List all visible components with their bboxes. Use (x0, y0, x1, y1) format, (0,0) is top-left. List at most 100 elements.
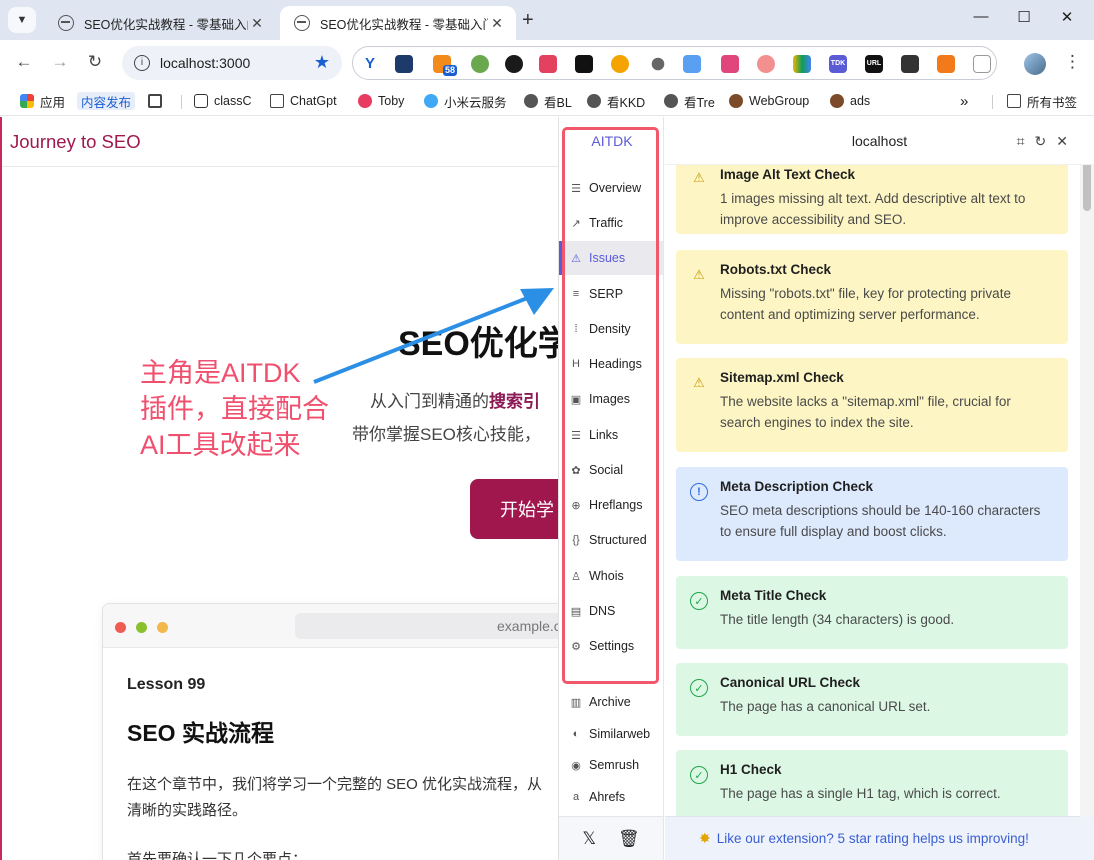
nav-dns[interactable]: ▤ DNS (559, 594, 663, 628)
issue-card[interactable]: ⚠ Image Alt Text Check 1 images missing … (676, 165, 1068, 234)
aitdk-panel: localhost ⌗ ↻ ✕ ⚠ Image Alt Text Check 1… (665, 117, 1094, 860)
ext-rss-icon[interactable] (433, 55, 457, 76)
x-twitter-icon[interactable]: 𝕏 (582, 829, 596, 849)
issue-title: Meta Description Check (720, 479, 874, 494)
nav-density[interactable]: ⁞ Density (559, 312, 663, 346)
issue-card[interactable]: ⚠ Robots.txt Check Missing "robots.txt" … (676, 250, 1068, 344)
nav-semrush[interactable]: ◉ Semrush (559, 748, 663, 782)
ext-url-icon[interactable]: URL (865, 55, 883, 73)
rating-banner[interactable]: ✸ Like our extension? 5 star rating help… (665, 816, 1094, 860)
ext-icon[interactable] (901, 55, 919, 73)
ext-icon[interactable] (395, 55, 413, 73)
bookmark-webgroup[interactable]: WebGroup (729, 92, 809, 110)
back-button[interactable]: ← (12, 52, 36, 74)
tab-search-button[interactable]: ▼ (8, 7, 36, 33)
globe-icon: ⊕ (571, 499, 581, 512)
lesson-paragraph: 在这个章节中，我们将学习一个完整的 SEO 优化实战流程，从 清晰的实践路径。 (127, 772, 560, 824)
close-icon[interactable]: ✕ (248, 15, 266, 32)
ext-icon[interactable] (757, 55, 775, 73)
issue-card[interactable]: ⚠ Sitemap.xml Check The website lacks a … (676, 358, 1068, 452)
reload-button[interactable]: ↻ (83, 52, 107, 74)
crop-icon[interactable]: ⌗ (1017, 133, 1025, 150)
nav-similarweb[interactable]: ◐ Similarweb (559, 717, 663, 751)
aitdk-brand: AITDK (591, 133, 633, 149)
start-learning-button[interactable]: 开始学 (470, 479, 560, 539)
nav-images[interactable]: ▣ Images (559, 382, 663, 416)
panel-scrollbar[interactable] (1080, 117, 1094, 817)
nav-overview[interactable]: ☰ Overview (559, 171, 663, 205)
sparkle-icon: ✸ (699, 830, 711, 846)
trash-icon[interactable]: 🗑 (618, 829, 640, 849)
check-circle-icon: ✓ (690, 592, 708, 610)
ahrefs-icon: a (572, 791, 580, 803)
new-tab-button[interactable]: + (522, 9, 534, 32)
ext-icon[interactable] (651, 57, 665, 71)
bookmark-ads[interactable]: ads (830, 92, 870, 110)
nav-structured[interactable]: {} Structured (559, 523, 663, 557)
bookmark-kkd[interactable]: 看KKD (587, 92, 645, 110)
bookmark-grid[interactable] (148, 92, 168, 110)
close-icon[interactable]: ✕ (1056, 133, 1068, 150)
bookmark-chatgpt[interactable]: ChatGpt (270, 92, 337, 110)
ext-icon[interactable] (611, 55, 629, 73)
nav-settings[interactable]: ⚙ Settings (559, 629, 663, 663)
nav-hreflangs[interactable]: ⊕ Hreflangs (559, 488, 663, 522)
ext-icon[interactable] (575, 55, 593, 73)
toby-icon (358, 94, 372, 108)
browser-menu-icon[interactable]: ⋮ (1064, 52, 1081, 72)
issue-card[interactable]: ✓ Meta Title Check The title length (34 … (676, 576, 1068, 649)
annotation-line: 主角是AITDK (140, 358, 301, 388)
nav-ahrefs[interactable]: a Ahrefs (559, 780, 663, 814)
bookmark-apps[interactable]: 应用 (20, 92, 65, 110)
ext-icon[interactable] (721, 55, 739, 73)
nav-headings[interactable]: H Headings (559, 347, 663, 381)
ext-icon[interactable] (471, 55, 489, 73)
bookmark-all[interactable]: 所有书签 (1007, 92, 1077, 110)
maximize-button[interactable]: ☐ (1009, 8, 1039, 26)
close-icon[interactable]: ✕ (488, 15, 506, 32)
red-dot (115, 622, 126, 633)
browser-tab-2-active[interactable]: SEO优化实战教程 - 零基础入门 ✕ (280, 6, 516, 40)
site-title[interactable]: Journey to SEO (10, 131, 141, 153)
globe-icon (294, 15, 310, 31)
more-bookmarks-chevron-icon[interactable]: » (960, 92, 968, 110)
ext-icon[interactable] (937, 55, 955, 73)
nav-traffic[interactable]: ↗ Traffic (559, 206, 663, 240)
address-bar[interactable]: i localhost:3000 ★ (122, 46, 342, 80)
ext-icon[interactable] (793, 55, 811, 73)
nav-links[interactable]: ☰ Links (559, 418, 663, 452)
nav-social[interactable]: ✿ Social (559, 453, 663, 487)
profile-avatar[interactable] (1024, 53, 1046, 75)
issue-description: 1 images missing alt text. Add descripti… (720, 191, 1026, 227)
ext-tdk-icon[interactable]: TDK (829, 55, 847, 73)
bookmark-tre[interactable]: 看Tre (664, 92, 715, 110)
bookmark-label: WebGroup (749, 94, 810, 108)
issue-card[interactable]: ! Meta Description Check SEO meta descri… (676, 467, 1068, 561)
bookmark-toby[interactable]: Toby (358, 92, 404, 110)
nav-label: Ahrefs (589, 790, 626, 804)
nav-issues[interactable]: ⚠ Issues (559, 241, 663, 275)
ext-icon[interactable] (505, 55, 523, 73)
bookmark-classc[interactable]: classC (194, 92, 252, 110)
issue-card[interactable]: ✓ H1 Check The page has a single H1 tag,… (676, 750, 1068, 816)
bookmark-bl[interactable]: 看BL (524, 92, 572, 110)
nav-archive[interactable]: ▥ Archive (559, 685, 663, 719)
refresh-icon[interactable]: ↻ (1035, 133, 1047, 150)
nav-whois[interactable]: ♙ Whois (559, 559, 663, 593)
bookmark-star-icon[interactable]: ★ (314, 52, 330, 73)
browser-tab-1[interactable]: SEO优化实战教程 - 零基础入门 ✕ (44, 6, 276, 40)
window-close-button[interactable]: ✕ (1052, 8, 1082, 26)
site-info-icon[interactable]: i (134, 55, 150, 71)
bookmark-label: 内容发布 (81, 95, 132, 110)
ext-icon[interactable] (683, 55, 701, 73)
ext-y-icon[interactable]: Y (361, 55, 379, 73)
minimize-button[interactable]: — (966, 8, 996, 25)
bookmark-content-publish[interactable]: 内容发布 (77, 92, 136, 110)
nav-serp[interactable]: ≡ SERP (559, 277, 663, 311)
puzzle-extensions-icon[interactable] (973, 55, 991, 73)
issue-card[interactable]: ✓ Canonical URL Check The page has a can… (676, 663, 1068, 736)
forward-button[interactable]: → (48, 52, 72, 74)
bookmark-xiaomi-cloud[interactable]: 小米云服务 (424, 92, 507, 110)
panel-tools: ⌗ ↻ ✕ (1017, 133, 1068, 150)
ext-icon[interactable] (539, 55, 557, 73)
